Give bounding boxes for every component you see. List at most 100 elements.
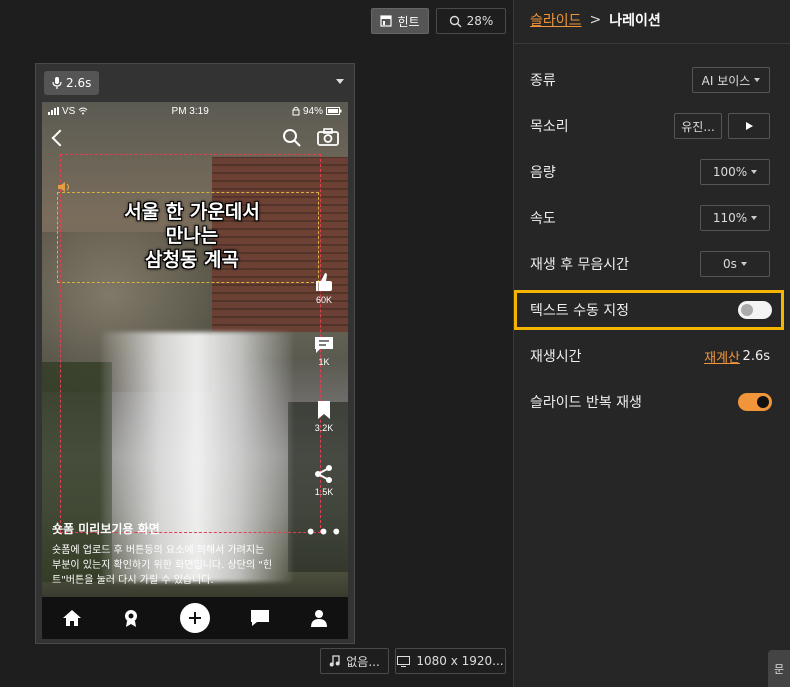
plus-button[interactable] bbox=[180, 603, 210, 633]
caption-line: 부분이 있는지 확인하기 위한 화면입니다. 상단의 "힌 bbox=[52, 560, 273, 571]
music-select-button[interactable]: 없음... bbox=[320, 648, 389, 674]
like-action[interactable]: 60K bbox=[304, 272, 344, 305]
overlay-title: 서울 한 가운데서 만나는 삼청동 계곡 bbox=[72, 200, 312, 272]
battery-level: 94% bbox=[302, 105, 323, 117]
music-note-icon bbox=[329, 655, 340, 667]
preview-screen: VS PM 3:19 94% 서울 한 가운데서 만나는 삼청동 계곡 60K … bbox=[42, 102, 348, 639]
breadcrumb-current: 나레이션 bbox=[609, 13, 661, 29]
audio-bar[interactable]: 2.6s bbox=[36, 64, 354, 102]
manual-text-label: 텍스트 수동 지정 bbox=[530, 303, 630, 319]
silence-label: 재생 후 무음시간 bbox=[530, 257, 630, 273]
signal-group: VS bbox=[48, 106, 88, 117]
volume-row: 음량 100% bbox=[530, 159, 770, 185]
music-label: 없음... bbox=[346, 654, 380, 669]
chevron-down-icon bbox=[751, 216, 758, 220]
silence-select[interactable]: 0s bbox=[700, 251, 770, 277]
hint-button[interactable]: 힌트 bbox=[371, 8, 429, 34]
narration-panel: 슬라이드 > 나레이션 종류 AI 보이스 목소리 유진... 음량 100% … bbox=[513, 0, 790, 687]
duration-value: 2.6s bbox=[742, 348, 770, 364]
voice-select[interactable]: 유진... bbox=[674, 113, 722, 139]
audio-duration: 2.6s bbox=[66, 76, 92, 90]
lock-icon bbox=[292, 106, 300, 116]
zoom-label: 28% bbox=[466, 14, 494, 28]
plus-icon bbox=[189, 612, 201, 624]
type-row: 종류 AI 보이스 bbox=[530, 67, 770, 93]
phone-bottom-nav bbox=[42, 597, 348, 639]
wifi-icon bbox=[78, 107, 88, 115]
battery-group: 94% bbox=[292, 106, 342, 117]
recalculate-link[interactable]: 재계산 bbox=[704, 347, 740, 366]
chevron-down-icon bbox=[751, 170, 758, 174]
audio-duration-chip[interactable]: 2.6s bbox=[44, 71, 100, 95]
resolution-select-button[interactable]: 1080 x 1920... bbox=[395, 648, 506, 674]
bookmark-icon bbox=[318, 401, 330, 419]
speaker-icon bbox=[58, 182, 70, 192]
share-count: 1.5K bbox=[314, 487, 334, 497]
chevron-down-icon bbox=[740, 262, 747, 266]
phone-top-nav bbox=[42, 128, 348, 152]
profile-icon[interactable] bbox=[310, 609, 328, 627]
comment-action[interactable]: 1K bbox=[304, 336, 344, 367]
panel-divider bbox=[514, 43, 790, 44]
overlay-title-line: 만나는 bbox=[165, 225, 219, 247]
overlay-title-line: 서울 한 가운데서 bbox=[124, 201, 260, 223]
voice-row: 목소리 유진... bbox=[530, 113, 770, 139]
back-arrow-icon[interactable] bbox=[51, 129, 69, 147]
speed-row: 속도 110% bbox=[530, 205, 770, 231]
monitor-icon bbox=[397, 655, 411, 667]
search-icon[interactable] bbox=[282, 128, 302, 148]
type-select[interactable]: AI 보이스 bbox=[692, 67, 770, 93]
caption-body: 숏폼에 업로드 후 버튼등의 요소에 의해서 가려지는 부분이 있는지 확인하기… bbox=[52, 543, 312, 588]
breadcrumb: 슬라이드 > 나레이션 bbox=[530, 10, 661, 30]
speed-label: 속도 bbox=[530, 211, 556, 227]
side-tab[interactable]: 문 bbox=[768, 650, 790, 687]
caption-line: 숏폼에 업로드 후 버튼등의 요소에 의해서 가려지는 bbox=[52, 545, 265, 556]
search-icon bbox=[449, 15, 462, 27]
repeat-label: 슬라이드 반복 재생 bbox=[530, 395, 642, 411]
caption-line: 트"버튼을 눌러 다시 가릴 수 있습니다. bbox=[52, 575, 214, 586]
bookmark-count: 3.2K bbox=[314, 423, 334, 433]
volume-select[interactable]: 100% bbox=[700, 159, 770, 185]
silence-row: 재생 후 무음시간 0s bbox=[530, 251, 770, 277]
chevron-down-icon bbox=[754, 78, 761, 82]
carrier-label: VS bbox=[62, 105, 76, 117]
home-icon[interactable] bbox=[62, 609, 82, 627]
share-action[interactable]: 1.5K bbox=[304, 464, 344, 497]
comment-icon bbox=[315, 337, 333, 353]
breadcrumb-separator: > bbox=[589, 12, 602, 28]
speed-value: 110% bbox=[712, 211, 748, 225]
speed-select[interactable]: 110% bbox=[700, 205, 770, 231]
camera-icon[interactable] bbox=[317, 128, 339, 146]
repeat-row: 슬라이드 반복 재생 bbox=[530, 389, 772, 415]
breadcrumb-slide-link[interactable]: 슬라이드 bbox=[530, 10, 582, 30]
manual-text-toggle[interactable] bbox=[738, 301, 772, 319]
duration-row: 재생시간 재계산 2.6s bbox=[530, 343, 770, 369]
like-count: 60K bbox=[315, 295, 332, 305]
zoom-button[interactable]: 28% bbox=[436, 8, 506, 34]
hint-icon bbox=[380, 15, 393, 27]
badge-icon[interactable] bbox=[122, 608, 140, 628]
microphone-icon bbox=[52, 77, 62, 89]
repeat-toggle[interactable] bbox=[738, 393, 772, 411]
silence-value: 0s bbox=[723, 257, 737, 271]
overlay-title-line: 삼청동 계곡 bbox=[144, 249, 239, 271]
chat-icon[interactable] bbox=[250, 609, 270, 627]
resolution-label: 1080 x 1920... bbox=[416, 654, 504, 668]
chevron-down-icon[interactable] bbox=[336, 79, 344, 84]
status-time: PM 3:19 bbox=[171, 105, 209, 117]
share-icon bbox=[315, 465, 332, 483]
type-value: AI 보이스 bbox=[701, 73, 751, 88]
like-icon bbox=[316, 273, 332, 291]
play-icon bbox=[745, 122, 753, 130]
volume-value: 100% bbox=[712, 165, 748, 179]
caption-title: 숏폼 미리보기용 화면 bbox=[52, 522, 160, 536]
voice-value: 유진... bbox=[681, 119, 715, 134]
manual-text-row: 텍스트 수동 지정 bbox=[530, 297, 772, 323]
voice-play-button[interactable] bbox=[728, 113, 770, 139]
type-label: 종류 bbox=[530, 73, 556, 89]
phone-status-bar: VS PM 3:19 94% bbox=[42, 102, 348, 120]
volume-label: 음량 bbox=[530, 165, 556, 181]
caption: 숏폼 미리보기용 화면 숏폼에 업로드 후 버튼등의 요소에 의해서 가려지는 … bbox=[52, 520, 312, 588]
signal-icon bbox=[48, 107, 59, 115]
bookmark-action[interactable]: 3.2K bbox=[304, 400, 344, 433]
